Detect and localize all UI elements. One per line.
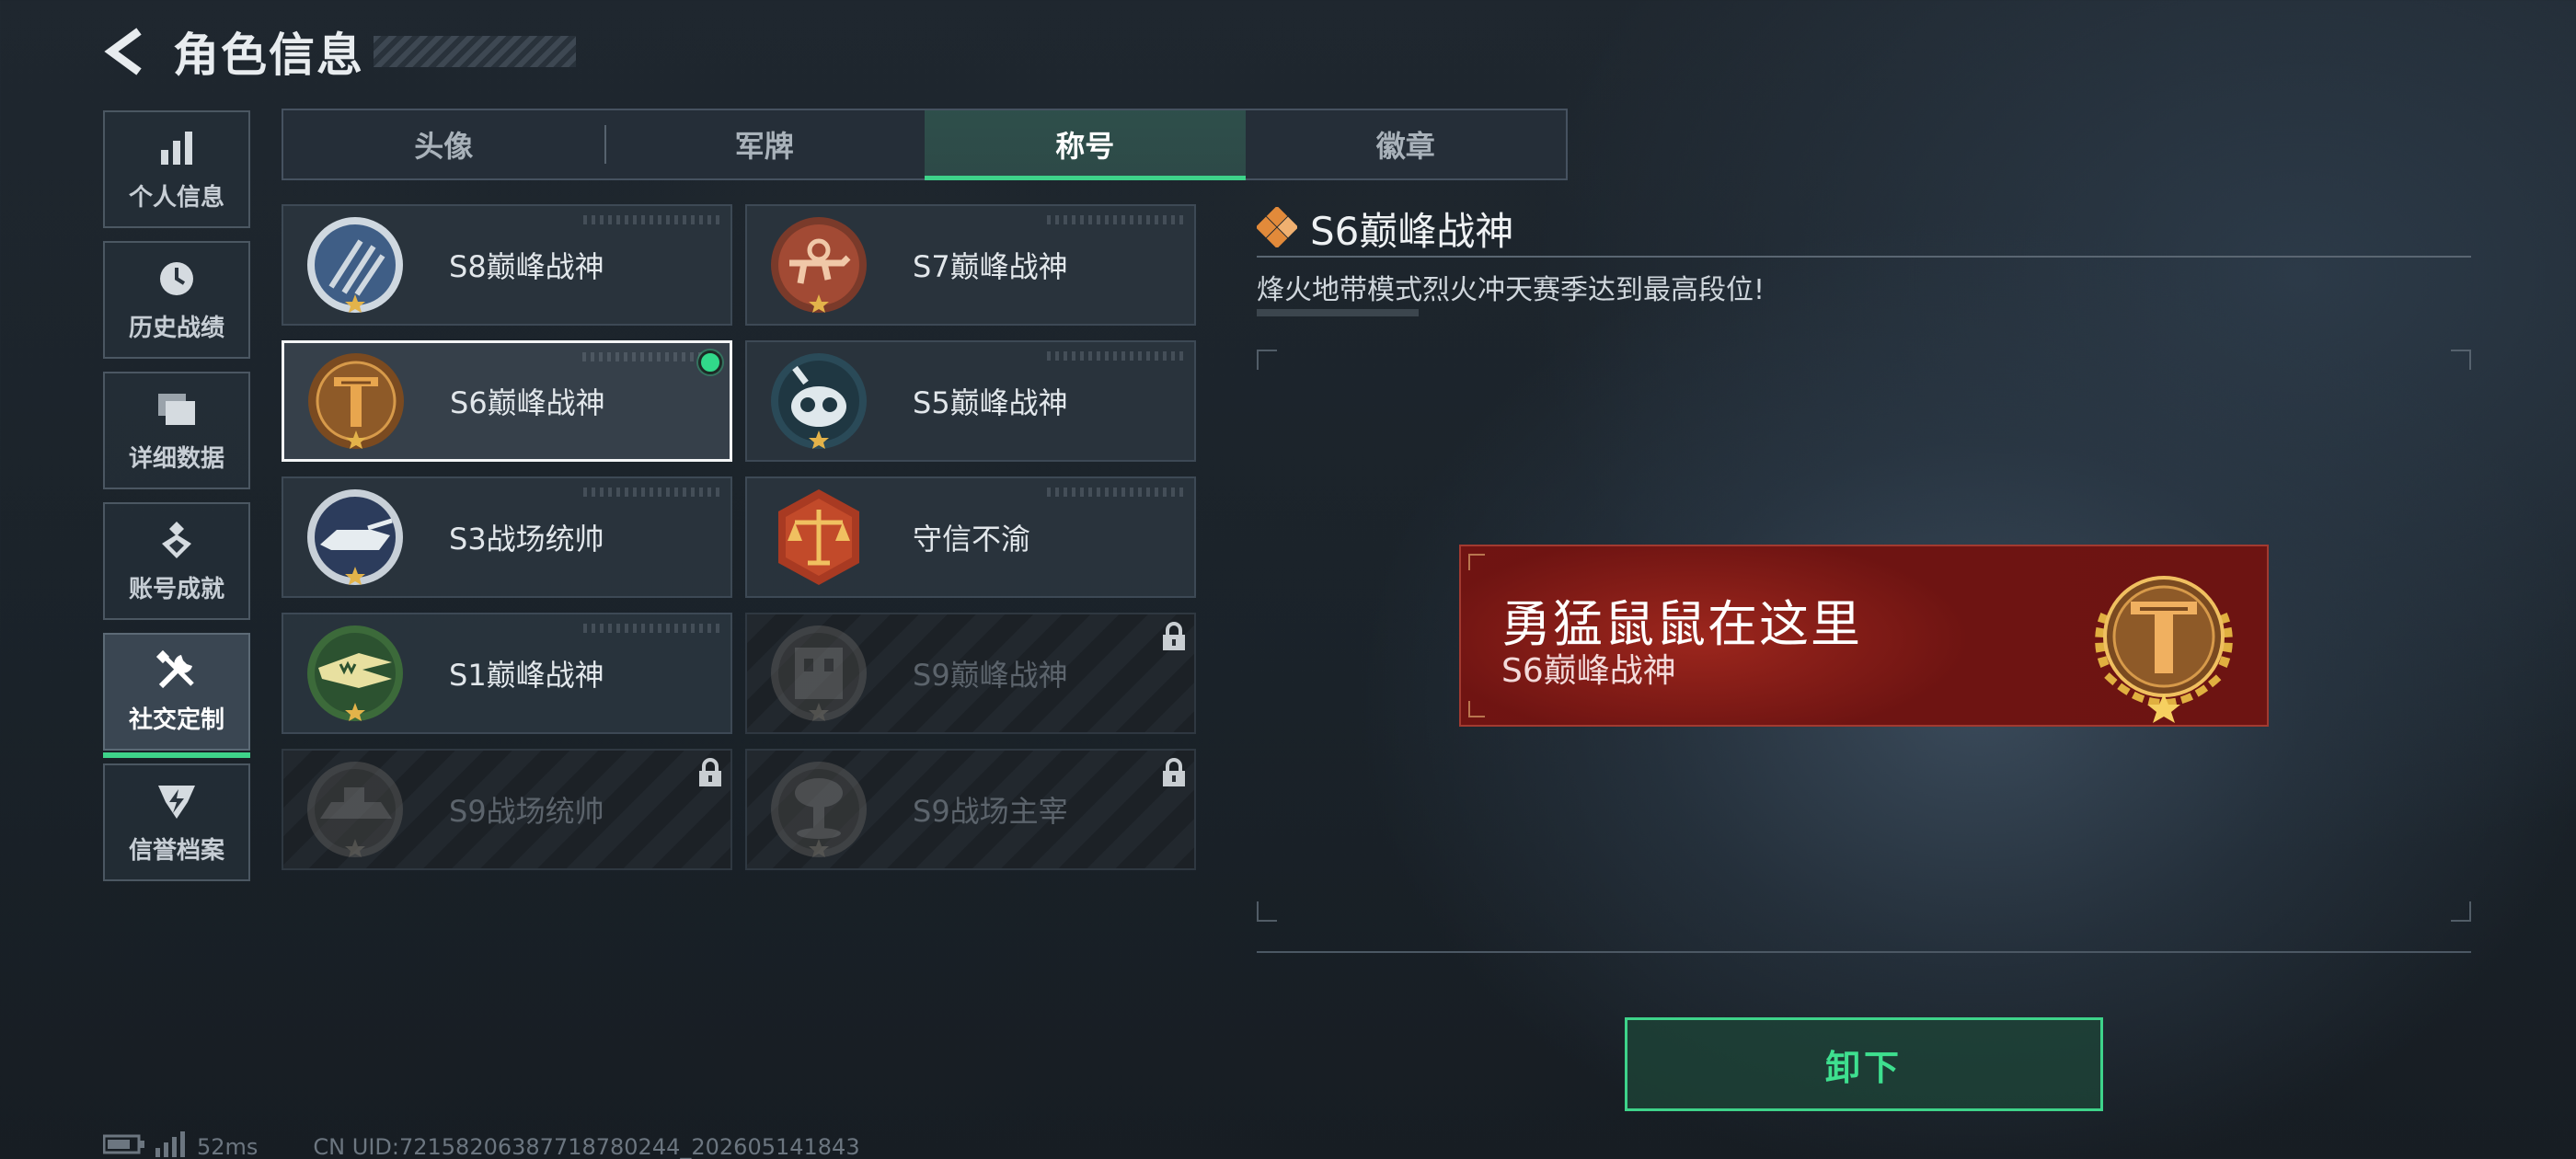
frame-corner xyxy=(2451,350,2471,370)
s6-badge-icon xyxy=(305,350,408,453)
sidebar-item-credit[interactable]: 信誉档案 xyxy=(103,763,250,881)
title-card[interactable]: S8巅峰战神 xyxy=(282,204,732,326)
equipped-indicator xyxy=(698,350,722,374)
frame-corner xyxy=(1257,901,1277,922)
s7-badge-icon xyxy=(767,213,870,316)
s9-badge-icon xyxy=(767,622,870,725)
sidebar-item-details[interactable]: 详细数据 xyxy=(103,372,250,489)
sidebar-item-profile[interactable]: 个人信息 xyxy=(103,110,250,228)
title-card-locked[interactable]: S9巅峰战神 xyxy=(745,613,1196,734)
title-name: S9战场统帅 xyxy=(449,794,604,829)
player-uid: CN UID:7215820638771878024​4_20260514184… xyxy=(313,1134,860,1159)
tab-title[interactable]: 称号 xyxy=(925,110,1246,180)
description-decoration xyxy=(1257,309,1419,316)
card-decoration xyxy=(1047,351,1185,361)
title-grid: S8巅峰战神 S7巅峰战神 S6巅峰战神 S5巅峰战神 S3战场统帅 守信不渝 … xyxy=(282,204,1196,870)
s5-badge-icon xyxy=(767,350,870,453)
s6-badge-icon xyxy=(2079,556,2248,725)
sidebar-item-social-custom[interactable]: 社交定制 xyxy=(103,633,250,758)
frame-corner xyxy=(1257,350,1277,370)
s9-dominator-badge-icon xyxy=(767,758,870,861)
card-decoration xyxy=(583,215,721,224)
s8-badge-icon xyxy=(304,213,407,316)
title-name: S8巅峰战神 xyxy=(449,249,604,284)
diamond-icon xyxy=(1255,205,1299,251)
frame-corner xyxy=(1468,701,1485,717)
folder-icon xyxy=(154,388,200,430)
title-card[interactable]: S7巅峰战神 xyxy=(745,204,1196,326)
title-name: S7巅峰战神 xyxy=(913,249,1068,284)
lock-icon xyxy=(1161,758,1187,787)
s1-badge-icon xyxy=(304,622,407,725)
sidebar-item-label: 历史战绩 xyxy=(128,314,224,342)
title-card-locked[interactable]: S9战场主宰 xyxy=(745,749,1196,870)
tools-icon xyxy=(154,649,200,692)
lock-icon xyxy=(1161,622,1187,651)
divider xyxy=(1257,256,2471,258)
credit-shield-icon xyxy=(154,780,200,822)
title-decoration xyxy=(374,36,576,67)
title-card[interactable]: 守信不渝 xyxy=(745,476,1196,598)
detail-description: 烽火地带模式烈火冲天赛季达到最高段位! xyxy=(1257,274,1765,306)
title-card-selected[interactable]: S6巅峰战神 xyxy=(282,340,732,462)
title-name: S1巅峰战神 xyxy=(449,658,604,693)
card-decoration xyxy=(1047,488,1185,497)
battery-icon xyxy=(102,1134,145,1159)
back-arrow-icon[interactable] xyxy=(101,24,147,79)
bar-chart-icon xyxy=(154,127,200,169)
tab-badge[interactable]: 徽章 xyxy=(1246,110,1567,178)
title-name: S6巅峰战神 xyxy=(450,385,605,420)
status-bar: 52ms CN UID:7215820638771878024​4_202605… xyxy=(102,1131,860,1159)
title-name: S9战场主宰 xyxy=(913,794,1068,829)
unequip-button[interactable]: 卸下 xyxy=(1625,1017,2103,1111)
tab-dog-tag[interactable]: 军牌 xyxy=(604,110,926,178)
s3-badge-icon xyxy=(304,486,407,589)
clock-icon xyxy=(154,258,200,300)
title-card-locked[interactable]: S9战场统帅 xyxy=(282,749,732,870)
frame-corner xyxy=(1468,554,1485,570)
detail-header: S6巅峰战神 xyxy=(1255,201,1514,257)
preview-title: S6巅峰战神 xyxy=(1501,652,1676,690)
tab-avatar[interactable]: 头像 xyxy=(283,110,604,178)
divider xyxy=(1257,951,2471,953)
sidebar-item-achievements[interactable]: 账号成就 xyxy=(103,502,250,620)
card-decoration xyxy=(583,488,721,497)
header: 角色信息 xyxy=(101,24,576,82)
title-card[interactable]: S3战场统帅 xyxy=(282,476,732,598)
scales-badge-icon xyxy=(767,486,870,589)
category-tabs: 头像 军牌 称号 徽章 xyxy=(282,109,1568,180)
title-name: 守信不渝 xyxy=(913,522,1031,557)
title-card[interactable]: S5巅峰战神 xyxy=(745,340,1196,462)
lock-icon xyxy=(697,758,723,787)
title-name: S5巅峰战神 xyxy=(913,385,1068,420)
sidebar-item-label: 个人信息 xyxy=(128,183,224,212)
title-name: S3战场统帅 xyxy=(449,522,604,557)
achievement-icon xyxy=(154,519,200,561)
ping-value: 52ms xyxy=(197,1134,259,1159)
title-card[interactable]: S1巅峰战神 xyxy=(282,613,732,734)
signal-icon xyxy=(155,1131,186,1159)
sidebar-item-label: 账号成就 xyxy=(128,575,224,603)
sidebar-item-label: 社交定制 xyxy=(128,706,224,734)
frame-corner xyxy=(2451,901,2471,922)
unequip-button-label: 卸下 xyxy=(1824,1047,1903,1088)
sidebar-item-history[interactable]: 历史战绩 xyxy=(103,241,250,359)
card-decoration xyxy=(1047,215,1185,224)
card-decoration xyxy=(583,624,721,633)
page-title: 角色信息 xyxy=(173,29,364,82)
s9-commander-badge-icon xyxy=(304,758,407,861)
sidebar: 个人信息 历史战绩 详细数据 账号成就 社交定制 信誉档案 xyxy=(103,110,250,894)
title-name: S9巅峰战神 xyxy=(913,658,1068,693)
sidebar-item-label: 信誉档案 xyxy=(128,836,224,865)
nameplate-preview: 勇猛鼠鼠在这里 S6巅峰战神 xyxy=(1459,545,2269,727)
sidebar-item-label: 详细数据 xyxy=(128,444,224,473)
detail-title: S6巅峰战神 xyxy=(1310,209,1514,254)
